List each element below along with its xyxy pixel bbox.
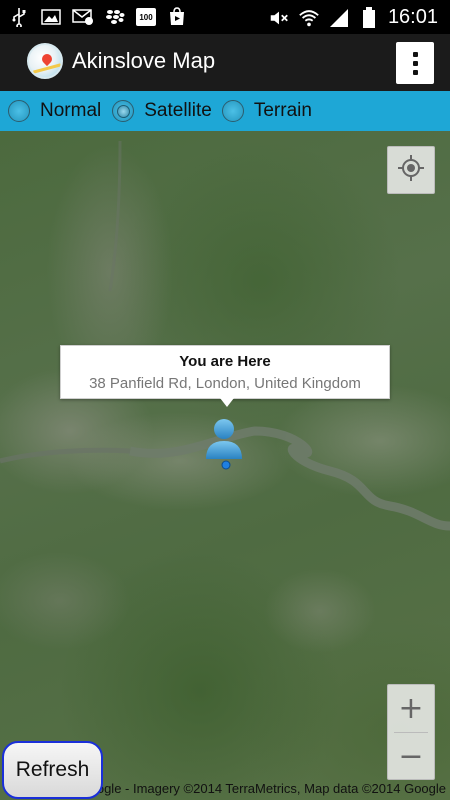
- usb-icon: [8, 6, 30, 28]
- my-location-icon: [397, 154, 425, 187]
- zoom-out-button[interactable]: −: [388, 733, 434, 780]
- battery-icon: [358, 6, 380, 29]
- action-bar: Akinslove Map: [0, 34, 450, 91]
- image-icon: [40, 6, 62, 28]
- status-time: 16:01: [387, 6, 438, 28]
- radio-satellite-label[interactable]: Satellite: [144, 100, 212, 122]
- person-marker-icon[interactable]: [196, 415, 252, 471]
- zoom-controls: + −: [387, 684, 435, 780]
- status-bar: 100 16:01: [0, 0, 450, 34]
- mute-icon: [268, 7, 290, 29]
- sms-icon: [72, 6, 94, 28]
- refresh-button[interactable]: Refresh: [2, 741, 103, 799]
- signal-icon: [328, 7, 350, 29]
- radio-normal-label[interactable]: Normal: [40, 100, 101, 122]
- overflow-dot: [412, 69, 418, 75]
- radio-terrain-label[interactable]: Terrain: [254, 100, 312, 122]
- radio-terrain[interactable]: Terrain: [221, 91, 312, 131]
- radio-terrain-circle[interactable]: [221, 100, 244, 122]
- blackberry-icon: [104, 6, 126, 28]
- radio-satellite-circle[interactable]: [112, 100, 135, 122]
- info-window-title: You are Here: [179, 353, 271, 370]
- overflow-dot: [412, 51, 418, 57]
- overflow-menu-button[interactable]: [396, 42, 434, 84]
- overflow-dot: [412, 60, 418, 66]
- info-window[interactable]: You are Here 38 Panfield Rd, London, Uni…: [60, 345, 390, 407]
- map-type-selector: Normal Satellite Terrain: [0, 91, 450, 131]
- wifi-icon: [298, 7, 320, 29]
- radio-satellite[interactable]: Satellite: [112, 91, 212, 131]
- radio-normal-circle[interactable]: [8, 100, 30, 122]
- radio-normal[interactable]: Normal: [8, 91, 101, 131]
- zoom-in-button[interactable]: +: [388, 685, 434, 732]
- info-window-address: 38 Panfield Rd, London, United Kingdom: [89, 375, 361, 392]
- app-title: Akinslove Map: [72, 48, 216, 73]
- my-location-button[interactable]: [387, 146, 435, 194]
- app-logo-icon[interactable]: [27, 43, 63, 79]
- status-left-icons: 100: [8, 6, 188, 28]
- battery-badge-icon: 100: [136, 8, 156, 26]
- play-store-icon: [166, 6, 188, 28]
- status-right-icons: 16:01: [268, 6, 438, 29]
